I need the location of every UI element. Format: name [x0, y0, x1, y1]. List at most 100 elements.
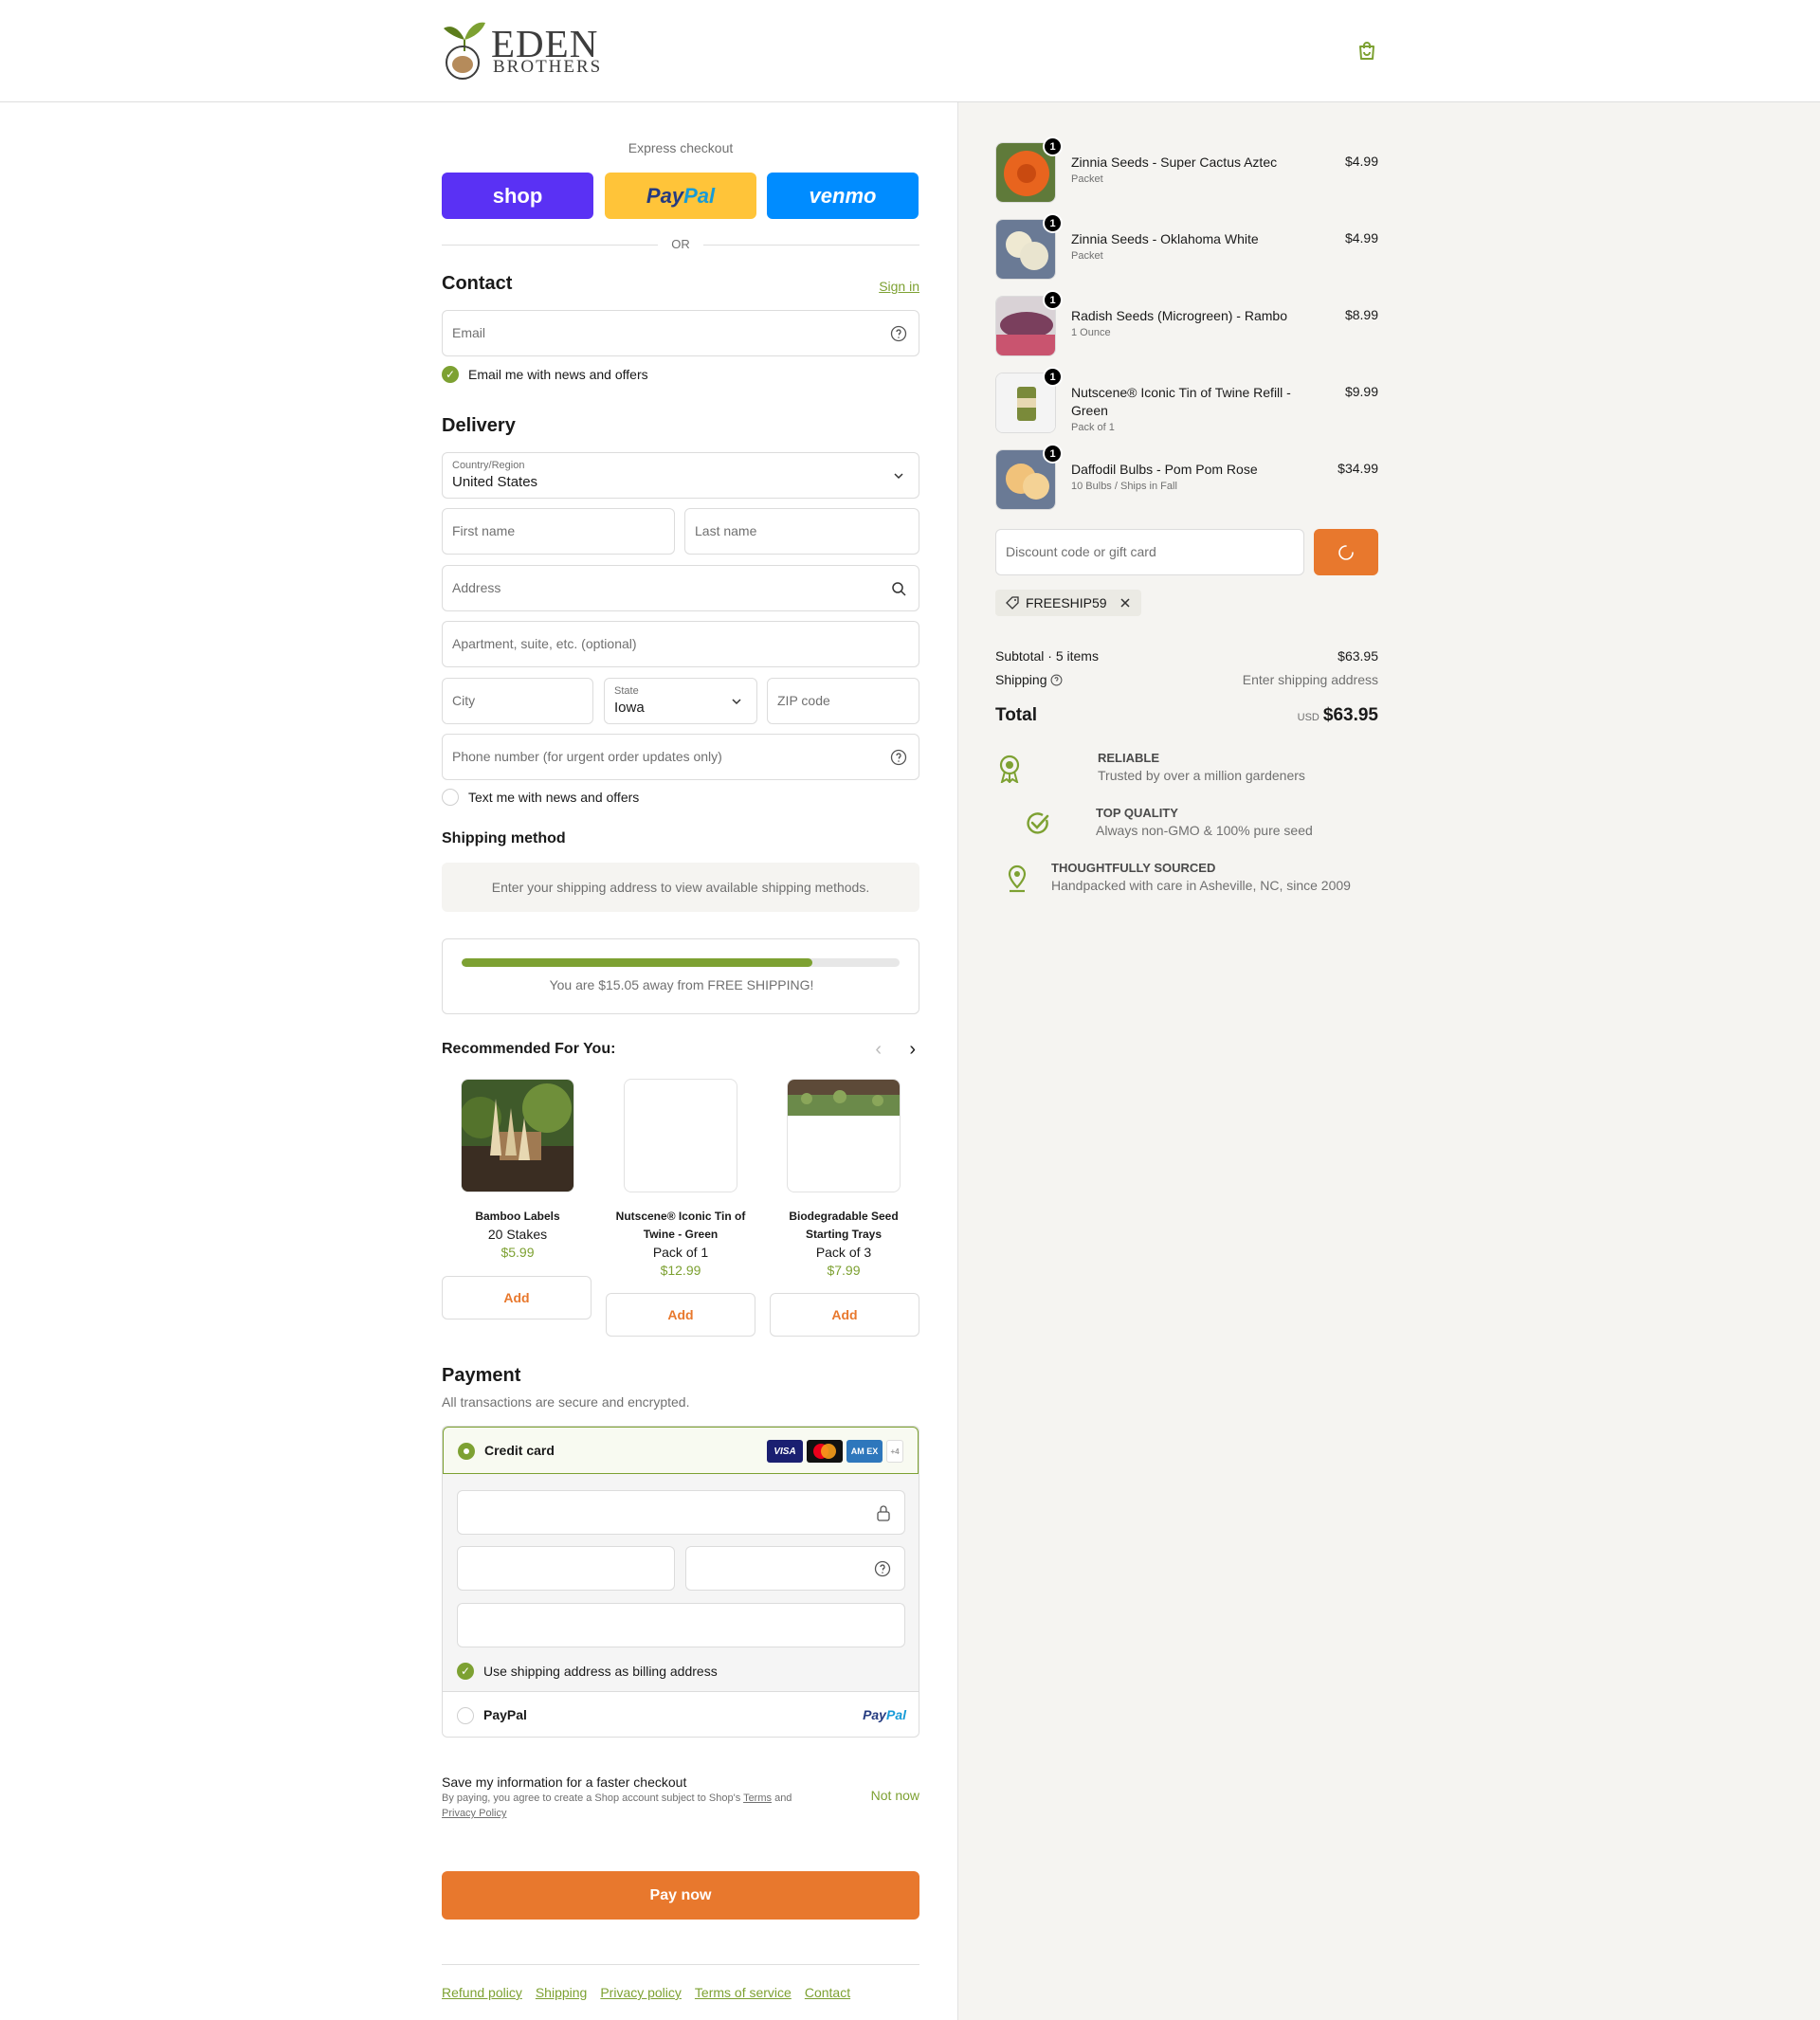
eden-brothers-logo[interactable]: EDEN BROTHERS [442, 19, 600, 82]
last-name-placeholder: Last name [695, 523, 757, 538]
line-item-price: $4.99 [1344, 230, 1378, 246]
applied-discount-tag: FREESHIP59 [995, 590, 1141, 616]
line-item-title: Zinnia Seeds - Oklahoma White [1071, 231, 1259, 246]
billing-address-checkbox-row[interactable]: ✓ Use shipping address as billing addres… [457, 1663, 718, 1680]
recommended-card[interactable]: Biodegradable Seed Starting Trays Pack o… [768, 1079, 919, 1280]
line-item: 1 Daffodil Bulbs - Pom Pom Rose 10 Bulbs … [995, 444, 1378, 512]
checkmark-icon[interactable]: ✓ [457, 1663, 474, 1680]
apply-discount-button[interactable] [1314, 529, 1378, 575]
shop-pay-button[interactable]: shop [442, 173, 593, 219]
recommended-price: $7.99 [827, 1263, 861, 1278]
terms-of-service-link[interactable]: Terms of service [695, 1985, 792, 2000]
free-shipping-progress-fill [462, 958, 812, 967]
contact-title: Contact [442, 273, 513, 294]
subtotal-row: Subtotal · 5 items $63.95 [995, 648, 1378, 664]
paypal-express-button[interactable]: Pay Pal [605, 173, 756, 219]
phone-field[interactable]: Phone number (for urgent order updates o… [442, 734, 919, 780]
carousel-next-icon[interactable]: › [909, 1039, 916, 1061]
trust-badge-text: THOUGHTFULLY SOURCED Handpacked with car… [1051, 859, 1351, 895]
line-item-title: Zinnia Seeds - Super Cactus Aztec [1071, 155, 1278, 170]
save-info-fine-text: By paying, you agree to create a Shop ac… [442, 1793, 744, 1804]
shop-pay-label: shop [492, 183, 543, 208]
last-name-field[interactable]: Last name [684, 508, 919, 555]
quantity-badge: 1 [1043, 367, 1063, 387]
paypal-radio[interactable] [457, 1707, 474, 1724]
line-item: 1 Nutscene® Iconic Tin of Twine Refill -… [995, 367, 1378, 435]
help-circle-icon[interactable] [890, 325, 907, 342]
mastercard-circles-icon [813, 1444, 836, 1459]
trust-badge-text: TOP QUALITY Always non-GMO & 100% pure s… [1096, 804, 1313, 840]
help-circle-icon[interactable] [1050, 674, 1063, 686]
card-number-field[interactable] [457, 1490, 905, 1535]
quantity-badge: 1 [1043, 136, 1063, 156]
discount-code-field[interactable]: Discount code or gift card [995, 529, 1304, 575]
line-item-title: Nutscene® Iconic Tin of Twine Refill - G… [1071, 385, 1291, 418]
total-row: Total USD $63.95 [995, 705, 1378, 726]
privacy-policy-link[interactable]: Privacy policy [600, 1985, 682, 2000]
first-name-placeholder: First name [452, 523, 516, 538]
text-news-checkbox-row[interactable]: Text me with news and offers [442, 789, 639, 806]
name-on-card-field[interactable] [457, 1603, 905, 1647]
help-circle-icon[interactable] [874, 1560, 891, 1577]
contact-link[interactable]: Contact [805, 1985, 850, 2000]
shop-privacy-link[interactable]: Privacy Policy [442, 1808, 506, 1819]
recommended-name: Biodegradable Seed Starting Trays [789, 1210, 899, 1241]
country-select[interactable]: Country/Region United States [442, 452, 919, 499]
add-twine-tin-button[interactable]: Add [606, 1293, 755, 1337]
line-item-name: Radish Seeds (Microgreen) - Rambo 1 Ounce [1071, 307, 1318, 340]
help-circle-icon[interactable] [890, 749, 907, 766]
recommended-sub: 20 Stakes [487, 1227, 548, 1242]
refund-policy-link[interactable]: Refund policy [442, 1985, 522, 2000]
zip-field[interactable]: ZIP code [767, 678, 919, 724]
pay-now-button[interactable]: Pay now [442, 1871, 919, 1920]
close-icon[interactable] [1119, 596, 1132, 610]
email-news-checkbox-row[interactable]: ✓ Email me with news and offers [442, 366, 648, 383]
credit-card-radio[interactable] [458, 1443, 475, 1460]
badge-desc: Always non-GMO & 100% pure seed [1096, 823, 1313, 838]
sign-in-link[interactable]: Sign in [879, 279, 919, 294]
shop-terms-link[interactable]: Terms [743, 1793, 772, 1804]
apartment-placeholder: Apartment, suite, etc. (optional) [452, 636, 637, 651]
amex-icon: AM EX [846, 1440, 883, 1463]
venmo-button[interactable]: venmo [767, 173, 919, 219]
recommended-card[interactable]: Bamboo Labels 20 Stakes $5.99 [442, 1079, 593, 1262]
badge-desc: Trusted by over a million gardeners [1098, 768, 1305, 783]
twine-tin-image[interactable] [624, 1079, 737, 1192]
ribbon-award-icon [999, 755, 1020, 783]
discount-code-value: FREESHIP59 [1026, 595, 1107, 610]
bamboo-labels-image[interactable] [461, 1079, 574, 1192]
logo-wordmark-brothers: BROTHERS [493, 57, 603, 77]
or-label: OR [671, 237, 690, 251]
shopping-bag-icon[interactable] [1356, 40, 1378, 63]
add-seed-trays-button[interactable]: Add [770, 1293, 919, 1337]
email-field[interactable]: Email [442, 310, 919, 356]
paypal-logo: PayPal [863, 1707, 906, 1722]
carousel-prev-icon[interactable]: ‹ [875, 1039, 882, 1061]
line-item-variant: Packet [1071, 173, 1103, 185]
seed-trays-image[interactable] [787, 1079, 901, 1192]
first-name-field[interactable]: First name [442, 508, 675, 555]
trust-badge-text: RELIABLE Trusted by over a million garde… [1098, 749, 1305, 785]
free-shipping-progress-track [462, 958, 900, 967]
paypal-option[interactable]: PayPal PayPal [443, 1691, 919, 1737]
phone-placeholder: Phone number (for urgent order updates o… [452, 749, 722, 764]
line-item-title: Radish Seeds (Microgreen) - Rambo [1071, 308, 1287, 323]
city-field[interactable]: City [442, 678, 593, 724]
security-code-field[interactable] [685, 1546, 905, 1591]
zip-placeholder: ZIP code [777, 693, 830, 708]
add-bamboo-labels-button[interactable]: Add [442, 1276, 592, 1319]
apartment-field[interactable]: Apartment, suite, etc. (optional) [442, 621, 919, 667]
checkmark-icon[interactable]: ✓ [442, 366, 459, 383]
shipping-policy-link[interactable]: Shipping [536, 1985, 588, 2000]
text-news-checkbox[interactable] [442, 789, 459, 806]
address-field[interactable]: Address [442, 565, 919, 611]
loading-spinner-icon [1338, 544, 1354, 560]
trust-badge: THOUGHTFULLY SOURCED Handpacked with car… [995, 859, 1378, 906]
state-select[interactable]: State Iowa [604, 678, 757, 724]
credit-card-option[interactable]: Credit card VISA AM EX +4 [443, 1427, 919, 1474]
text-news-label: Text me with news and offers [468, 790, 640, 805]
not-now-button[interactable]: Not now [871, 1788, 919, 1803]
expiration-date-field[interactable] [457, 1546, 675, 1591]
recommended-card[interactable]: Nutscene® Iconic Tin of Twine - Green Pa… [605, 1079, 756, 1280]
line-item-variant: 10 Bulbs / Ships in Fall [1071, 481, 1177, 492]
